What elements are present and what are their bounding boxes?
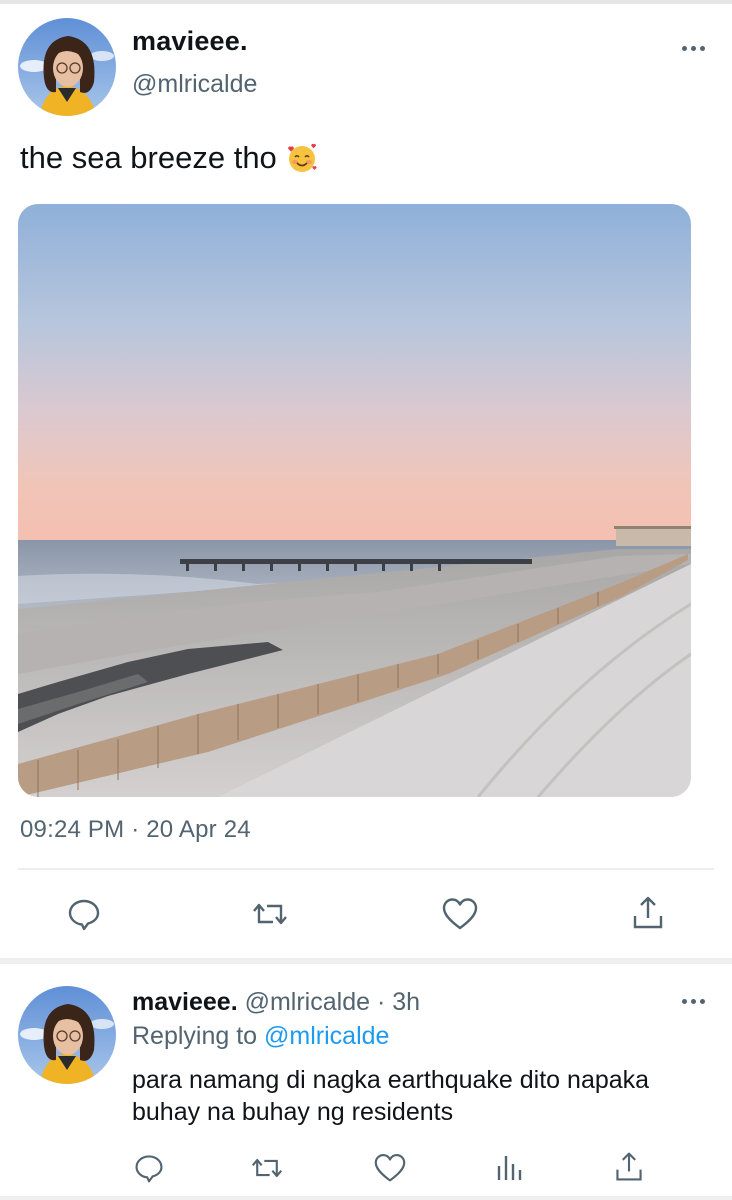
author-avatar[interactable] [18,18,116,116]
replying-to: Replying to @mlricalde [132,1022,389,1051]
divider [18,868,714,870]
tweet-photo[interactable] [18,204,691,797]
reply-icon[interactable] [66,896,102,932]
smiling-face-with-hearts-icon [288,144,317,172]
reply-text: para namang di nagka earthquake dito nap… [132,1066,650,1126]
top-divider [0,0,732,4]
more-options-icon[interactable] [682,46,705,51]
views-icon[interactable] [495,1152,525,1184]
author-name[interactable]: mavieee. [132,26,248,57]
reply-dot: · [376,988,386,1016]
bottom-divider [0,1196,732,1200]
tweet-text-content: the sea breeze tho [20,140,277,175]
share-icon[interactable] [630,894,666,932]
replying-to-handle[interactable]: @mlricalde [264,1022,389,1050]
reply-time[interactable]: 3h [392,988,420,1016]
reply-like-icon[interactable] [373,1152,407,1184]
author-handle[interactable]: @mlricalde [132,70,257,99]
replying-to-prefix: Replying to [132,1022,258,1050]
reply-author-name[interactable]: mavieee. [132,988,238,1016]
reply-reply-icon[interactable] [133,1152,165,1184]
thread-separator [0,958,732,964]
tweet-text: the sea breeze tho [20,140,318,176]
reply-more-options-icon[interactable] [682,999,705,1004]
reply-author-handle[interactable]: @mlricalde [245,988,370,1016]
like-icon[interactable] [441,896,479,932]
tweet-timestamp[interactable]: 09:24 PM · 20 Apr 24 [20,816,251,844]
reply-retweet-icon[interactable] [250,1152,284,1184]
reply-share-icon[interactable] [613,1150,645,1184]
reply-author-avatar[interactable] [18,986,116,1084]
reply-header: mavieee. @mlricalde · 3h [132,988,420,1017]
retweet-icon[interactable] [251,896,289,932]
